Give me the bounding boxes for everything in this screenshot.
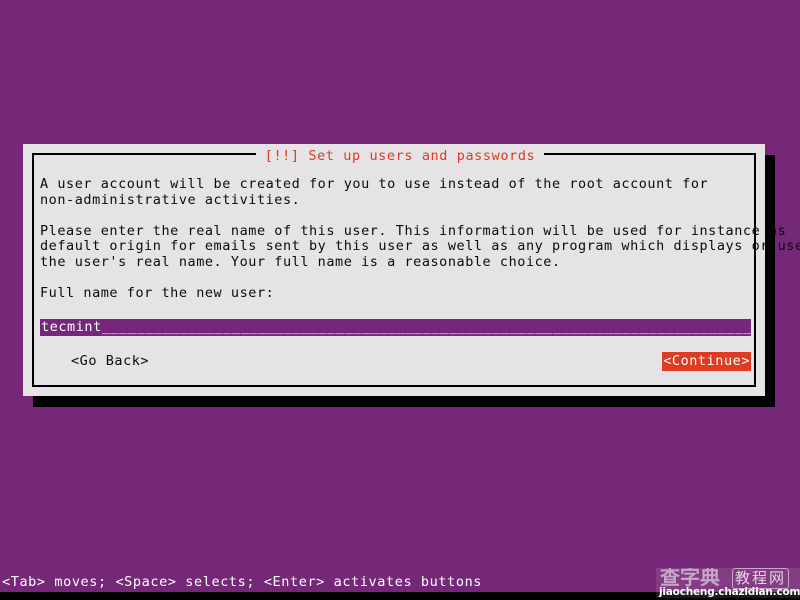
full-name-input[interactable] — [40, 319, 751, 336]
dialog-button-row: <Go Back> <Continue> — [40, 352, 751, 371]
dialog-title-text: [!!] Set up users and passwords — [255, 147, 545, 165]
paragraph-intro: A user account will be created for you t… — [40, 176, 709, 208]
watermark-logo-text: 查字典 — [660, 568, 720, 589]
watermark-url-text: jiaocheng.chazidian.com — [659, 586, 800, 598]
go-back-button[interactable]: <Go Back> — [71, 352, 149, 371]
installer-screen: [!!] Set up users and passwords A user a… — [0, 0, 800, 600]
watermark: 查字典 教程网 jiaocheng.chazidian.com — [656, 568, 800, 598]
dialog-title-bar: [!!] Set up users and passwords — [0, 145, 800, 165]
dialog-body: A user account will be created for you t… — [40, 176, 800, 302]
field-label-full-name: Full name for the new user: — [40, 285, 275, 302]
paragraph-instructions: Please enter the real name of this user.… — [40, 222, 800, 270]
full-name-input-row — [40, 319, 751, 336]
continue-button[interactable]: <Continue> — [662, 352, 751, 371]
